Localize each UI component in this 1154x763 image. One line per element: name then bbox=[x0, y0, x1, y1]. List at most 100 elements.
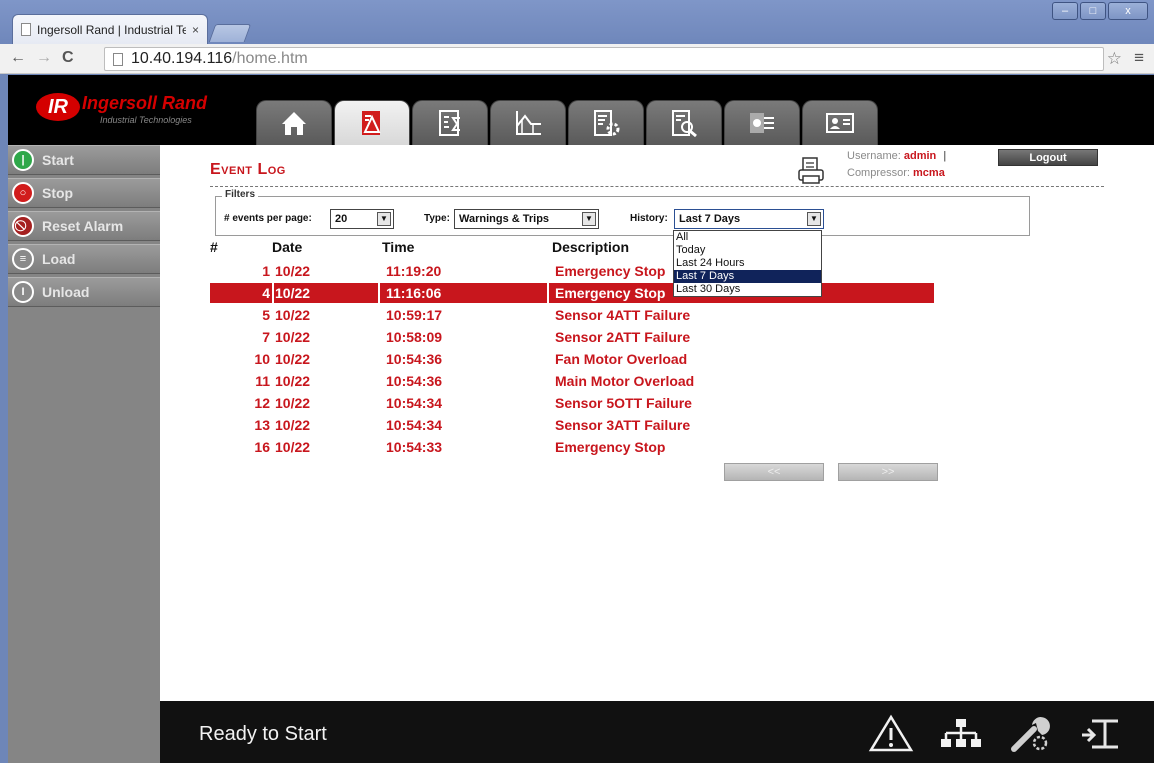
settings-sheet-icon bbox=[594, 110, 620, 136]
load-label: Load bbox=[42, 251, 76, 267]
events-per-page-value: 20 bbox=[335, 213, 348, 225]
browser-toolbar: ← → C 10.40.194.116/home.htm ☆ ≡ bbox=[0, 44, 1154, 74]
search-log-icon bbox=[672, 110, 697, 138]
table-row[interactable]: 10 10/22 10:54:36 Fan Motor Overload bbox=[210, 349, 934, 369]
table-row[interactable]: 12 10/22 10:54:34 Sensor 5OTT Failure bbox=[210, 393, 934, 413]
address-bar[interactable]: 10.40.194.116/home.htm bbox=[104, 47, 1104, 71]
history-option[interactable]: Last 30 Days bbox=[674, 283, 821, 296]
row-time: 10:54:33 bbox=[386, 439, 443, 455]
table-row[interactable]: 1 10/22 11:19:20 Emergency Stop bbox=[210, 261, 934, 281]
history-option[interactable]: Today bbox=[674, 244, 821, 257]
new-tab-button[interactable] bbox=[208, 24, 252, 42]
maximize-button[interactable]: □ bbox=[1080, 2, 1106, 20]
brand-subtitle: Industrial Technologies bbox=[100, 115, 192, 125]
row-num: 10 bbox=[254, 351, 270, 367]
tab-contact[interactable] bbox=[802, 100, 878, 145]
row-num: 12 bbox=[254, 395, 270, 411]
chevron-down-icon[interactable]: ▼ bbox=[807, 212, 821, 226]
row-time: 10:59:17 bbox=[386, 307, 443, 323]
back-icon[interactable]: ← bbox=[10, 49, 26, 67]
page-icon bbox=[113, 53, 123, 66]
service-icon bbox=[750, 113, 774, 133]
row-num: 5 bbox=[262, 307, 270, 323]
maintenance-icon[interactable] bbox=[1008, 713, 1054, 753]
row-date: 10/22 bbox=[275, 307, 311, 323]
table-row[interactable]: 11 10/22 10:54:36 Main Motor Overload bbox=[210, 371, 934, 391]
print-icon[interactable] bbox=[798, 157, 824, 185]
browser-menu-icon[interactable]: ≡ bbox=[1134, 48, 1144, 68]
history-select[interactable]: Last 7 Days ▼ bbox=[674, 209, 824, 229]
tab-trend[interactable] bbox=[490, 100, 566, 145]
tab-event-log[interactable] bbox=[334, 100, 410, 145]
events-per-page-label: # events per page: bbox=[224, 213, 312, 224]
load-unload-icon[interactable] bbox=[1078, 713, 1124, 753]
load-icon: ≡ bbox=[12, 248, 34, 270]
control-sidebar: | Start ○ Stop ⃠ Reset Alarm ≡ Load I Un… bbox=[8, 145, 160, 763]
main-nav-tabs bbox=[256, 100, 878, 145]
tab-settings-sheet[interactable] bbox=[568, 100, 644, 145]
events-per-page-select[interactable]: 20 ▼ bbox=[330, 209, 394, 229]
next-page-button[interactable]: >> bbox=[838, 463, 938, 481]
type-select[interactable]: Warnings & Trips ▼ bbox=[454, 209, 599, 229]
history-option[interactable]: Last 24 Hours bbox=[674, 257, 821, 270]
history-label: History: bbox=[630, 213, 668, 224]
event-log-panel: Event Log Username: admin | Compressor: … bbox=[160, 145, 1154, 701]
url-path: /home.htm bbox=[232, 50, 308, 67]
row-num: 13 bbox=[254, 417, 270, 433]
table-row[interactable]: 5 10/22 10:59:17 Sensor 4ATT Failure bbox=[210, 305, 934, 325]
chevron-down-icon[interactable]: ▼ bbox=[582, 212, 596, 226]
tab-search-log[interactable] bbox=[646, 100, 722, 145]
filters-group: Filters # events per page: 20 ▼ Type: Wa… bbox=[215, 189, 1030, 236]
table-row[interactable]: 13 10/22 10:54:34 Sensor 3ATT Failure bbox=[210, 415, 934, 435]
unload-icon: I bbox=[12, 281, 34, 303]
row-description: Fan Motor Overload bbox=[555, 351, 688, 367]
previous-page-button[interactable]: << bbox=[724, 463, 824, 481]
forward-icon[interactable]: → bbox=[36, 49, 52, 67]
network-icon[interactable] bbox=[938, 713, 984, 753]
chevron-down-icon[interactable]: ▼ bbox=[377, 212, 391, 226]
username-value: admin bbox=[903, 150, 937, 162]
browser-tab[interactable]: Ingersoll Rand | Industrial Te × bbox=[12, 14, 208, 44]
table-row-selected[interactable]: 4 10/22 11:16:06 Emergency Stop bbox=[210, 283, 934, 303]
title-divider bbox=[210, 186, 1104, 187]
row-time: 10:54:36 bbox=[386, 373, 443, 389]
bookmark-star-icon[interactable]: ☆ bbox=[1107, 49, 1122, 69]
row-description: Sensor 2ATT Failure bbox=[555, 329, 691, 345]
logout-button[interactable]: Logout bbox=[998, 149, 1098, 166]
status-footer: Ready to Start bbox=[160, 701, 1154, 763]
close-window-button[interactable]: x bbox=[1108, 2, 1148, 20]
row-num: 4 bbox=[262, 285, 270, 301]
browser-titlebar: Ingersoll Rand | Industrial Te × – □ x bbox=[0, 0, 1154, 44]
row-time: 10:54:36 bbox=[386, 351, 443, 367]
unload-button[interactable]: I Unload bbox=[8, 277, 160, 307]
table-row[interactable]: 7 10/22 10:58:09 Sensor 2ATT Failure bbox=[210, 327, 934, 347]
tab-service[interactable] bbox=[724, 100, 800, 145]
warning-icon[interactable] bbox=[868, 713, 914, 753]
minimize-button[interactable]: – bbox=[1052, 2, 1078, 20]
contact-card-icon bbox=[826, 113, 854, 133]
reload-icon[interactable]: C bbox=[62, 49, 74, 67]
row-date: 10/22 bbox=[275, 395, 311, 411]
cell-divider bbox=[378, 283, 380, 303]
history-option[interactable]: All bbox=[674, 231, 821, 244]
row-description: Emergency Stop bbox=[555, 263, 666, 279]
stop-button[interactable]: ○ Stop bbox=[8, 178, 160, 208]
row-description: Emergency Stop bbox=[555, 285, 666, 301]
app-window: IR Ingersoll Rand Industrial Technologie… bbox=[8, 75, 1154, 763]
reset-alarm-button[interactable]: ⃠ Reset Alarm bbox=[8, 211, 160, 241]
history-value: Last 7 Days bbox=[679, 213, 741, 225]
tab-home[interactable] bbox=[256, 100, 332, 145]
column-header-description: Description bbox=[552, 239, 630, 255]
row-date: 10/22 bbox=[275, 373, 311, 389]
tab-summary[interactable] bbox=[412, 100, 488, 145]
history-dropdown-list: All Today Last 24 Hours Last 7 Days Last… bbox=[673, 230, 822, 297]
machine-status-text: Ready to Start bbox=[199, 723, 327, 745]
row-num: 16 bbox=[254, 439, 270, 455]
table-row[interactable]: 16 10/22 10:54:33 Emergency Stop bbox=[210, 437, 934, 457]
tab-close-icon[interactable]: × bbox=[192, 23, 199, 37]
load-button[interactable]: ≡ Load bbox=[8, 244, 160, 274]
start-button[interactable]: | Start bbox=[8, 145, 160, 175]
history-option-selected[interactable]: Last 7 Days bbox=[674, 270, 821, 283]
row-description: Sensor 4ATT Failure bbox=[555, 307, 691, 323]
stop-label: Stop bbox=[42, 185, 74, 201]
